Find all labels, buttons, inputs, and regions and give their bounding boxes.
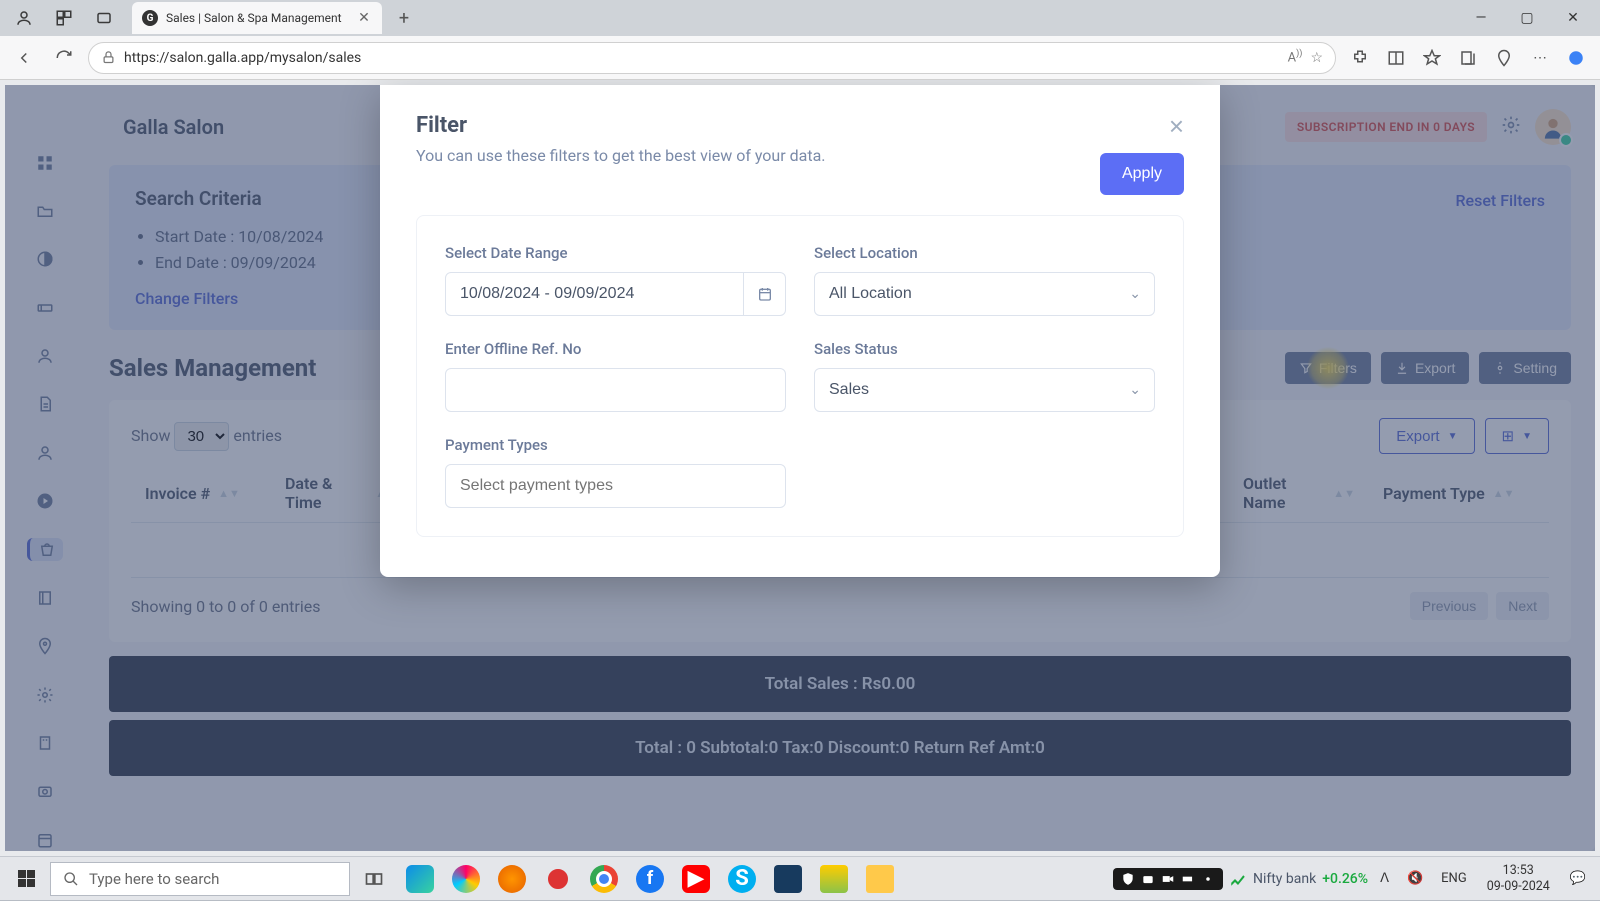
modal-subtitle: You can use these filters to get the bes… (416, 146, 826, 165)
tab-title: Sales | Salon & Spa Management (166, 11, 348, 25)
address-bar[interactable]: https://salon.galla.app/mysalon/sales A)… (88, 42, 1336, 74)
app-viewport: Galla Salon SUBSCRIPTION END IN 0 DAYS S… (0, 80, 1600, 856)
calendar-button[interactable] (744, 272, 786, 316)
taskbar-store-icon[interactable] (766, 857, 810, 901)
nifty-label: Nifty bank (1253, 871, 1316, 887)
sales-status-group: Sales Status ⌄ (814, 340, 1155, 412)
workspaces-icon[interactable] (44, 0, 84, 36)
lock-icon (101, 50, 116, 65)
shield-icon (1121, 872, 1135, 886)
location-label: Select Location (814, 244, 1155, 262)
search-placeholder: Type here to search (89, 870, 219, 888)
video-icon (1161, 872, 1175, 886)
payment-types-group: Payment Types (445, 436, 786, 508)
tray-notifications-icon[interactable]: 💬 (1564, 871, 1592, 886)
split-screen-icon[interactable] (1380, 42, 1412, 74)
taskbar-skype-icon[interactable]: S (720, 857, 764, 901)
taskbar-facebook-icon[interactable]: f (628, 857, 672, 901)
taskbar-youtube-icon[interactable]: ▶ (674, 857, 718, 901)
favorites-icon[interactable] (1416, 42, 1448, 74)
offline-ref-label: Enter Offline Ref. No (445, 340, 786, 358)
sales-status-select[interactable] (814, 368, 1155, 412)
tray-lang[interactable]: ENG (1435, 871, 1473, 886)
battery-icon (1181, 872, 1195, 886)
tray-chevron-icon[interactable]: ᐱ (1374, 871, 1395, 886)
favorite-icon[interactable]: ☆ (1310, 50, 1323, 66)
browser-titlebar: G Sales | Salon & Spa Management ✕ + — ▢… (0, 0, 1600, 36)
extensions-icon[interactable] (1344, 42, 1376, 74)
offline-ref-input[interactable] (445, 368, 786, 412)
windows-taskbar: Type here to search f ▶ S Nifty bank +0.… (0, 856, 1600, 900)
tray-mute-icon[interactable]: 🔇 (1401, 871, 1429, 886)
gear-icon (1201, 872, 1215, 886)
browser-essentials-icon[interactable] (1488, 42, 1520, 74)
more-icon[interactable]: ⋯ (1524, 42, 1556, 74)
calendar-icon (757, 286, 773, 302)
taskbar-copilot-icon[interactable] (444, 857, 488, 901)
stocks-icon (1229, 870, 1247, 888)
url-text: https://salon.galla.app/mysalon/sales (124, 50, 1280, 66)
collections-icon[interactable] (1452, 42, 1484, 74)
apply-button[interactable]: Apply (1100, 153, 1184, 195)
reading-mode-icon[interactable]: A)) (1288, 49, 1303, 65)
tray-dark-pill[interactable] (1113, 868, 1223, 890)
window-minimize-button[interactable]: — (1458, 0, 1504, 36)
taskbar-search[interactable]: Type here to search (50, 862, 350, 896)
tray-time: 13:53 (1487, 863, 1550, 879)
taskbar-firefox-icon[interactable] (490, 857, 534, 901)
date-range-input[interactable] (445, 272, 744, 316)
nifty-change: +0.26% (1322, 871, 1368, 887)
location-select[interactable] (814, 272, 1155, 316)
browser-toolbar: https://salon.galla.app/mysalon/sales A)… (0, 36, 1600, 80)
search-icon (63, 871, 79, 887)
start-button[interactable] (4, 857, 48, 901)
taskbar-record-icon[interactable] (536, 857, 580, 901)
window-maximize-button[interactable]: ▢ (1504, 0, 1550, 36)
nifty-widget[interactable]: Nifty bank +0.26% (1253, 871, 1368, 887)
profile-icon[interactable] (4, 0, 44, 36)
taskbar-explorer-icon[interactable] (858, 857, 902, 901)
offline-ref-group: Enter Offline Ref. No (445, 340, 786, 412)
location-group: Select Location ⌄ (814, 244, 1155, 316)
camera-icon (1141, 872, 1155, 886)
payment-types-label: Payment Types (445, 436, 786, 454)
tray-date: 09-09-2024 (1487, 879, 1550, 895)
window-close-button[interactable]: ✕ (1550, 0, 1596, 36)
tab-favicon-icon: G (142, 10, 158, 26)
date-range-label: Select Date Range (445, 244, 786, 262)
taskbar-chrome-icon[interactable] (582, 857, 626, 901)
task-view-icon[interactable] (352, 857, 396, 901)
date-range-group: Select Date Range (445, 244, 786, 316)
filter-modal: Filter You can use these filters to get … (380, 85, 1220, 577)
tab-close-icon[interactable]: ✕ (356, 10, 372, 26)
modal-close-button[interactable]: × (1169, 113, 1184, 139)
copilot-icon[interactable] (1560, 42, 1592, 74)
new-tab-button[interactable]: + (390, 8, 418, 29)
modal-title: Filter (416, 113, 826, 138)
tray-clock[interactable]: 13:53 09-09-2024 (1479, 863, 1558, 894)
sales-status-label: Sales Status (814, 340, 1155, 358)
browser-tab[interactable]: G Sales | Salon & Spa Management ✕ (132, 2, 382, 34)
taskbar-app-icon[interactable] (812, 857, 856, 901)
payment-types-input[interactable] (445, 464, 786, 508)
taskbar-edge-icon[interactable] (398, 857, 442, 901)
refresh-button[interactable] (48, 42, 80, 74)
back-button[interactable] (8, 42, 40, 74)
tab-actions-icon[interactable] (84, 0, 124, 36)
